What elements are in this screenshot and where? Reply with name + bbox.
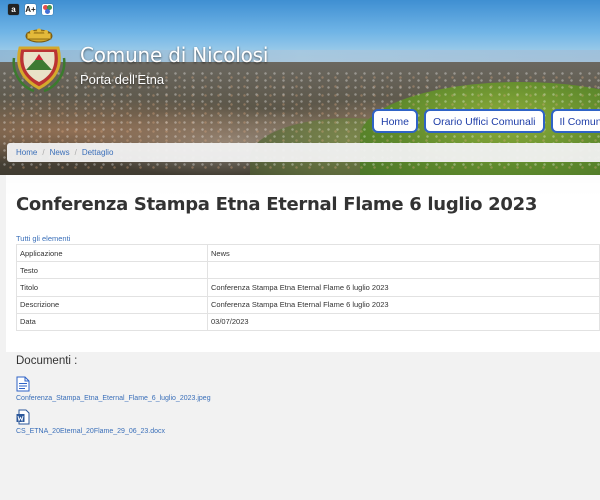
nav-office-hours-button[interactable]: Orario Uffici Comunali: [424, 109, 545, 133]
coat-of-arms-icon[interactable]: [12, 28, 66, 94]
row-key: Data: [16, 312, 208, 331]
nav-il-comune-button[interactable]: Il Comune: [550, 109, 600, 133]
breadcrumb-home-link[interactable]: Home: [16, 148, 37, 157]
breadcrumb-separator: /: [42, 148, 45, 157]
nav-home-button[interactable]: Home: [372, 109, 419, 133]
document-item: Conferenza_Stampa_Etna_Eternal_Flame_6_l…: [16, 376, 211, 402]
detail-table: Applicazione News Testo Titolo Conferenz…: [16, 243, 600, 331]
accessibility-bar: a A+: [8, 4, 53, 15]
page-title: Conferenza Stampa Etna Eternal Flame 6 l…: [16, 194, 538, 215]
all-items-link[interactable]: Tutti gli elementi: [16, 234, 70, 243]
row-value: Conferenza Stampa Etna Eternal Flame 6 l…: [207, 278, 600, 297]
row-value: [207, 261, 600, 280]
site-subtitle: Porta dell'Etna: [80, 72, 165, 87]
row-key: Testo: [16, 261, 208, 280]
table-row: Data 03/07/2023: [16, 312, 600, 331]
table-row: Testo: [16, 261, 600, 280]
main-content: Conferenza Stampa Etna Eternal Flame 6 l…: [6, 175, 600, 352]
font-size-button[interactable]: A+: [25, 4, 36, 15]
file-image-icon[interactable]: [16, 376, 30, 392]
row-key: Titolo: [16, 278, 208, 297]
table-row: Applicazione News: [16, 243, 600, 263]
color-wheel-icon: [43, 5, 52, 14]
high-contrast-button[interactable]: a: [8, 4, 19, 15]
breadcrumb-news-link[interactable]: News: [50, 148, 70, 157]
row-value: News: [207, 243, 600, 263]
document-link[interactable]: Conferenza_Stampa_Etna_Eternal_Flame_6_l…: [16, 395, 211, 402]
document-link[interactable]: CS_ETNA_20Eternal_20Flame_29_06_23.docx: [16, 428, 165, 435]
table-row: Descrizione Conferenza Stampa Etna Etern…: [16, 295, 600, 314]
breadcrumb: Home / News / Dettaglio: [7, 143, 600, 162]
documents-heading: Documenti :: [16, 355, 78, 367]
breadcrumb-detail-link[interactable]: Dettaglio: [82, 148, 114, 157]
row-value: Conferenza Stampa Etna Eternal Flame 6 l…: [207, 295, 600, 314]
row-value: 03/07/2023: [207, 312, 600, 331]
site-title[interactable]: Comune di Nicolosi: [80, 43, 268, 67]
word-doc-icon[interactable]: [16, 409, 30, 425]
row-key: Applicazione: [16, 243, 208, 263]
breadcrumb-separator: /: [74, 148, 77, 157]
document-item: CS_ETNA_20Eternal_20Flame_29_06_23.docx: [16, 409, 165, 435]
table-row: Titolo Conferenza Stampa Etna Eternal Fl…: [16, 278, 600, 297]
main-nav: Home Orario Uffici Comunali Il Comune: [372, 109, 600, 133]
color-mode-button[interactable]: [42, 4, 53, 15]
row-key: Descrizione: [16, 295, 208, 314]
